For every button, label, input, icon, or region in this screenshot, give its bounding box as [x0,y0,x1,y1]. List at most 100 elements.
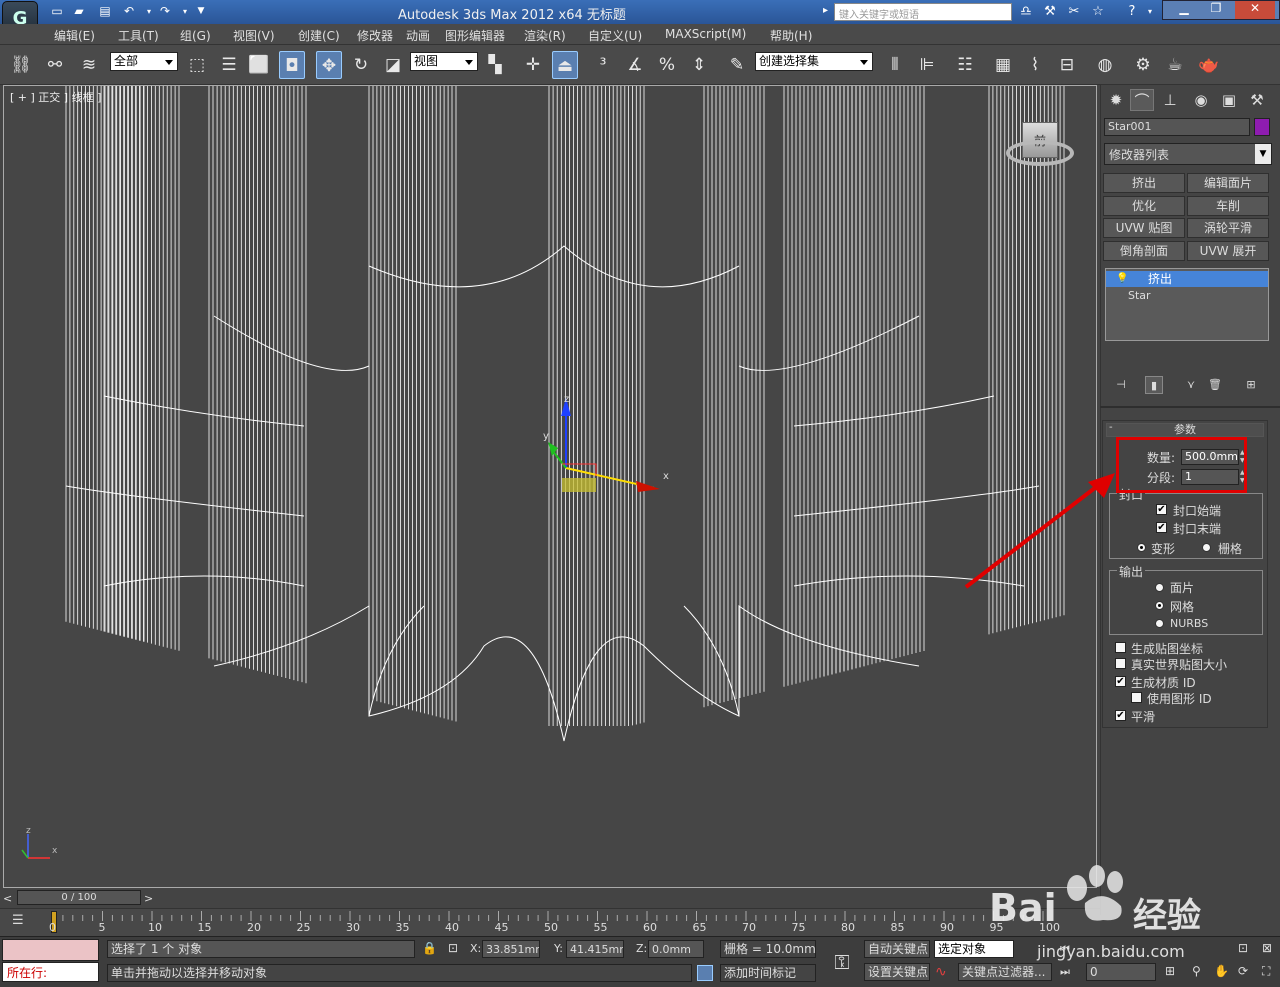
menu-help[interactable]: 帮助(H) [770,27,812,44]
bind-spacewarp-icon[interactable]: ≋ [76,51,102,79]
modifier-list-dropdown[interactable]: 修改器列表 [1104,143,1272,165]
orbit-icon[interactable]: ⟳ [1238,964,1248,978]
track-bar[interactable]: ☰ 0 5 10 15 20 25 30 35 40 45 50 55 60 65 70 75 80 85 90 95… [0,908,1100,936]
menu-rendering[interactable]: 渲染(R) [524,27,566,44]
maxscript-listener-mini[interactable] [2,939,99,961]
stack-item-extrude[interactable]: 挤出 [1106,271,1268,287]
graphite-tools-icon[interactable]: ▦ [990,51,1016,79]
select-and-rotate-icon[interactable]: ↻ [348,51,374,79]
maximize-viewport-icon[interactable]: ⛶ [1262,964,1270,979]
make-unique-icon[interactable]: ⋎ [1182,376,1200,394]
expand-icon[interactable]: ▸ [823,5,828,16]
absolute-mode-icon[interactable]: ⊡ [448,941,458,955]
material-editor-icon[interactable]: ◍ [1092,51,1118,79]
gen-matid-checkbox[interactable]: ✔ [1115,676,1126,687]
selection-lock-icon[interactable]: 🔒 [422,941,437,955]
modifier-button-extrude[interactable]: 挤出 [1103,173,1185,193]
cap-end-checkbox[interactable]: ✔ [1156,522,1167,533]
lightbulb-icon[interactable]: 💡 [1116,273,1128,284]
key-filters-button[interactable]: 关键点过滤器... [958,963,1052,981]
rectangular-selection-icon[interactable]: ⬜ [246,51,272,79]
communication-icon[interactable]: ✂ [1064,3,1084,21]
new-file-icon[interactable]: ▭ [48,3,66,20]
modifier-button-optimize[interactable]: 优化 [1103,196,1185,216]
stack-item-star[interactable]: Star [1106,288,1268,304]
auto-key-button[interactable]: 自动关键点 [864,940,930,958]
key-icon[interactable]: ⚿ [826,945,858,979]
help-icon[interactable]: ? [1122,3,1142,21]
goto-start-icon[interactable]: ⏮ [1060,942,1070,956]
smooth-checkbox[interactable]: ✔ [1115,710,1126,721]
curve-editor-icon[interactable]: ⌇ [1022,51,1048,79]
object-name-field[interactable]: Star001 [1104,118,1250,136]
unlink-icon[interactable]: ⚯ [42,51,68,79]
selection-filter-dropdown[interactable]: 全部 [110,52,178,71]
menu-graph-editors[interactable]: 图形编辑器 [445,27,505,44]
add-time-tag-button[interactable]: 添加时间标记 [720,964,816,982]
menu-animation[interactable]: 动画 [406,27,430,44]
real-world-checkbox[interactable] [1115,658,1126,669]
menu-group[interactable]: 组(G) [180,27,211,44]
window-crossing-icon[interactable]: ◘ [279,51,305,79]
object-color-swatch[interactable] [1254,118,1270,136]
modifier-button-edit-patch[interactable]: 编辑面片 [1187,173,1269,193]
link-icon[interactable]: ⛓ [8,51,34,79]
restore-icon[interactable]: ❐ [1203,1,1229,19]
pin-stack-icon[interactable]: ⊣ [1112,376,1130,394]
subscription-icon[interactable]: ⚒ [1040,3,1060,21]
redo-icon[interactable]: ↷ [156,3,174,20]
zoom-all-icon[interactable]: ⊠ [1262,941,1272,955]
align-icon[interactable]: ⊫ [914,51,940,79]
snaps-toggle-icon[interactable]: ³ [590,51,616,79]
coord-y-field[interactable]: 41.415mm [566,940,624,958]
select-by-name-icon[interactable]: ☰ [216,51,242,79]
configure-sets-icon[interactable]: ⊞ [1242,376,1260,394]
time-slider[interactable]: 0 / 100 [17,890,141,905]
key-mode-icon[interactable]: ⏭ [1060,965,1070,979]
modifier-button-uvw-map[interactable]: UVW 贴图 [1103,218,1185,238]
viewcube[interactable]: 前 [1002,118,1078,182]
named-selection-dropdown[interactable]: 创建选择集 [755,52,873,71]
render-setup-icon[interactable]: ⚙ [1130,51,1156,79]
help-dropdown-icon[interactable]: ▾ [1140,3,1160,21]
output-patch-radio[interactable] [1155,583,1164,592]
current-frame-field[interactable]: 0 [1086,963,1156,981]
remove-modifier-icon[interactable]: 🗑 [1206,376,1224,394]
time-prev-icon[interactable]: < [3,892,12,905]
modifier-button-turbosmooth[interactable]: 涡轮平滑 [1187,218,1269,238]
modifier-button-lathe[interactable]: 车削 [1187,196,1269,216]
maxscript-line-field[interactable]: 所在行: [2,962,99,982]
curve-icon[interactable]: ∿ [935,964,947,980]
customize-dropdown-icon[interactable]: ▼ [192,3,210,20]
schematic-view-icon[interactable]: ⊟ [1054,51,1080,79]
time-tag-icon[interactable] [697,965,713,981]
move-gizmo[interactable] [534,386,664,496]
edit-named-selection-icon[interactable]: ✎ [724,51,750,79]
zoom-icon[interactable]: ⚲ [1192,964,1201,978]
pan-view-icon[interactable]: ✋ [1214,964,1229,978]
time-next-icon[interactable]: > [144,892,153,905]
minimize-icon[interactable]: ▁ [1171,1,1197,19]
use-shape-id-checkbox[interactable] [1131,692,1142,703]
layer-manager-icon[interactable]: ☷ [952,51,978,79]
viewcube-ring[interactable] [1006,140,1074,166]
binoculars-icon[interactable]: ♎ [1016,3,1036,21]
render-production-icon[interactable]: 🫖 [1196,51,1222,79]
menu-modifiers[interactable]: 修改器 [357,27,393,44]
hierarchy-tab-icon[interactable]: ⊥ [1158,89,1182,111]
create-tab-icon[interactable]: ✹ [1104,89,1128,111]
angle-snap-icon[interactable]: ∡ [622,51,648,79]
modifier-button-bevel-profile[interactable]: 倒角剖面 [1103,241,1185,261]
open-file-icon[interactable]: ▰ [70,3,88,20]
rollout-collapse-icon[interactable]: - [1109,422,1113,433]
favorites-icon[interactable]: ☆ [1088,3,1108,21]
coord-x-field[interactable]: 33.851mm [482,940,540,958]
mirror-icon[interactable]: ⫴ [882,51,908,79]
menu-maxscript[interactable]: MAXScript(M) [665,27,746,41]
parameters-rollout-title[interactable]: 参数 [1106,423,1264,437]
search-input[interactable]: 键入关键字或短语 [834,3,1012,21]
mini-curve-editor-icon[interactable]: ☰ [12,913,24,928]
chevron-down-icon[interactable]: ▼ [1255,144,1271,164]
select-and-move-icon[interactable]: ✥ [316,51,342,79]
output-nurbs-radio[interactable] [1155,619,1164,628]
